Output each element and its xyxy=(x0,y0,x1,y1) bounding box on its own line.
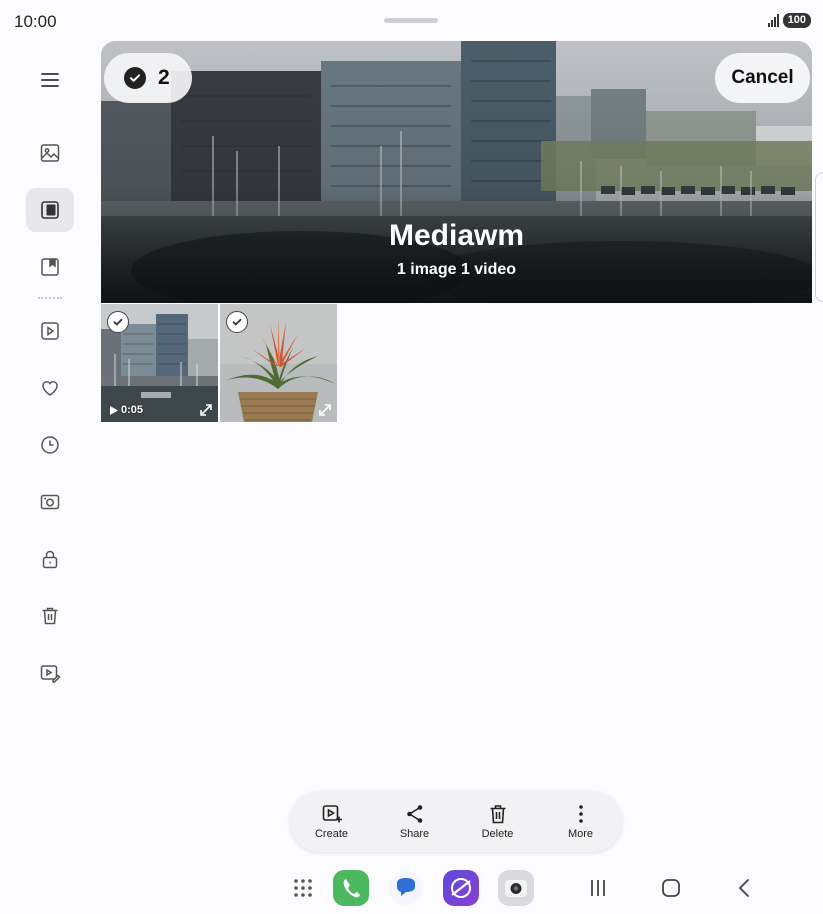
battery-indicator: 100 xyxy=(782,13,811,28)
selected-count: 2 xyxy=(158,66,170,89)
more-vertical-icon xyxy=(578,805,583,823)
media-thumbnail-image[interactable] xyxy=(220,304,337,422)
hamburger-menu-icon[interactable] xyxy=(26,58,74,102)
rail-divider xyxy=(38,297,62,299)
video-duration: 0:05 xyxy=(110,404,143,416)
image-icon[interactable] xyxy=(26,131,74,175)
messages-app-icon[interactable] xyxy=(388,870,424,906)
status-time: 10:00 xyxy=(14,12,57,31)
share-button[interactable]: Share xyxy=(373,791,456,852)
selected-check-icon[interactable] xyxy=(107,311,129,333)
trash-icon[interactable] xyxy=(26,594,74,638)
share-label: Share xyxy=(399,828,430,840)
home-icon[interactable] xyxy=(653,870,689,906)
video-edit-icon[interactable] xyxy=(26,651,74,695)
album-icon[interactable] xyxy=(26,188,74,232)
create-icon xyxy=(322,805,342,823)
recents-icon[interactable] xyxy=(580,870,616,906)
create-button[interactable]: Create xyxy=(290,791,373,852)
clock-icon[interactable] xyxy=(26,423,74,467)
bookmark-album-icon[interactable] xyxy=(26,245,74,289)
lock-icon[interactable] xyxy=(26,537,74,581)
trash-icon xyxy=(490,805,505,824)
video-duration-text: 0:05 xyxy=(121,404,144,416)
internet-app-icon[interactable] xyxy=(443,870,479,906)
phone-app-icon[interactable] xyxy=(333,870,369,906)
select-all-check-icon[interactable] xyxy=(124,67,146,89)
album-title: Mediawm xyxy=(388,219,525,252)
more-button[interactable]: More xyxy=(539,791,622,852)
media-thumbnail-video[interactable]: 0:05 xyxy=(101,304,218,422)
share-icon xyxy=(406,805,422,823)
cancel-button[interactable]: Cancel xyxy=(715,53,810,103)
taskbar xyxy=(0,866,823,910)
camera-icon[interactable] xyxy=(26,480,74,524)
play-icon xyxy=(110,405,118,415)
expand-icon[interactable] xyxy=(198,402,214,418)
create-label: Create xyxy=(314,828,349,840)
selection-count-pill[interactable]: 2 xyxy=(104,53,192,103)
video-icon[interactable] xyxy=(26,309,74,353)
signal-icon xyxy=(767,14,779,27)
expand-icon[interactable] xyxy=(317,402,333,418)
album-subtitle: 1 image 1 video xyxy=(396,261,517,278)
edge-panel-handle[interactable] xyxy=(815,172,823,302)
apps-grid-icon[interactable] xyxy=(285,870,321,906)
delete-button[interactable]: Delete xyxy=(456,791,539,852)
delete-label: Delete xyxy=(481,828,514,840)
selection-action-bar: Create Share Delete More xyxy=(290,791,622,852)
selected-check-icon[interactable] xyxy=(226,311,248,333)
back-icon[interactable] xyxy=(726,870,762,906)
top-handle xyxy=(384,18,438,23)
album-cover-banner: Mediawm 1 image 1 video xyxy=(101,41,812,303)
more-label: More xyxy=(567,828,594,840)
camera-app-icon[interactable] xyxy=(498,870,534,906)
status-icons: 100 xyxy=(767,13,811,28)
heart-icon[interactable] xyxy=(26,366,74,410)
